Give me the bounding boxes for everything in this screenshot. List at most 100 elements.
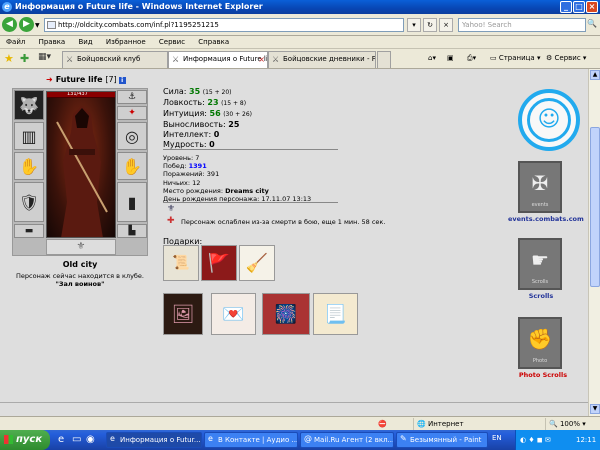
- earring-slot[interactable]: ✦: [117, 106, 147, 120]
- stat-intuition: Интуиция: 56 (30 + 26): [163, 109, 252, 120]
- gloves-slot[interactable]: ✋: [117, 152, 147, 180]
- quick-tabs-icon[interactable]: ▦▾: [38, 52, 51, 62]
- close-button[interactable]: ×: [586, 1, 598, 13]
- zoom-control[interactable]: 🔍 100% ▾: [545, 418, 600, 430]
- info-label: Уровень:: [163, 154, 194, 162]
- history-dropdown-icon[interactable]: ▼: [35, 22, 40, 29]
- crossed-swords-icon: ⚔: [66, 55, 74, 64]
- boots-slot[interactable]: ▙: [117, 224, 147, 238]
- rings-slot[interactable]: ◎: [117, 122, 147, 150]
- home-icon[interactable]: ⌂▾: [428, 54, 436, 62]
- taskbar-label: Безымянный - Paint: [410, 436, 482, 444]
- events-link[interactable]: events.combats.com: [508, 215, 584, 223]
- page-menu[interactable]: ▭ Страница ▾: [490, 54, 540, 62]
- minimize-button[interactable]: _: [560, 1, 572, 13]
- scrollbar-thumb[interactable]: [590, 127, 600, 287]
- favorites-star-icon[interactable]: ★: [4, 52, 14, 65]
- address-value: http://oldcity.combats.com/inf.pl?119525…: [58, 21, 219, 29]
- add-favorites-icon[interactable]: ✚: [20, 52, 29, 65]
- info-label: Поражений:: [163, 170, 205, 179]
- profile-logo[interactable]: ☺: [518, 89, 580, 151]
- taskbar-vkontakte[interactable]: e В Контакте | Аудио ...: [204, 432, 298, 448]
- address-input[interactable]: http://oldcity.combats.com/inf.pl?119525…: [44, 18, 404, 32]
- tools-menu-label: Сервис: [554, 54, 581, 62]
- address-dropdown-button[interactable]: ▾: [407, 18, 421, 32]
- character-header: ➜ Future life [7] i: [46, 75, 126, 84]
- gift-scroll-icon[interactable]: 📜: [163, 245, 199, 281]
- menu-file[interactable]: Файл: [0, 36, 30, 46]
- helmet-slot[interactable]: 🐺: [14, 90, 44, 120]
- banner-band: events: [531, 202, 549, 208]
- start-button[interactable]: пуск: [0, 430, 50, 450]
- amulet-slot[interactable]: ⚓: [117, 90, 147, 104]
- info-icon[interactable]: i: [118, 77, 126, 84]
- stop-button[interactable]: ×: [439, 18, 453, 32]
- gift-letter-icon[interactable]: 💌: [211, 293, 256, 335]
- windows-logo-icon: [4, 435, 13, 444]
- menu-tools[interactable]: Сервис: [153, 36, 190, 46]
- media-quicklaunch-icon[interactable]: ◉: [86, 434, 95, 445]
- stat-value: 23: [207, 98, 219, 107]
- zone-label: Интернет: [427, 420, 464, 428]
- menu-favorites[interactable]: Избранное: [100, 36, 151, 46]
- events-banner[interactable]: ✠ events: [518, 161, 562, 213]
- gift-fireworks-icon[interactable]: 🎆: [262, 293, 310, 335]
- maximize-button[interactable]: □: [573, 1, 585, 13]
- photo-scrolls-link[interactable]: Photo Scrolls: [508, 371, 578, 379]
- photo-scrolls-banner[interactable]: ✊ Photo: [518, 317, 562, 369]
- stat-extra: (15 + 8): [221, 100, 247, 107]
- menu-help[interactable]: Справка: [192, 36, 234, 46]
- tab-fight-club[interactable]: ⚔ Бойцовский клуб: [62, 51, 168, 68]
- desktop-quicklaunch-icon[interactable]: ▭: [72, 434, 81, 445]
- location-room: "Зал воинов": [55, 280, 105, 288]
- gift-picture-icon[interactable]: 🖼: [163, 293, 203, 335]
- back-button[interactable]: ◀: [2, 17, 17, 32]
- crossed-swords-icon: ⚔: [172, 55, 180, 64]
- taskbar-paint[interactable]: ✎ Безымянный - Paint: [396, 432, 488, 448]
- taskbar-label: Mail.Ru Агент (2 вкл...: [314, 436, 394, 444]
- menu-view[interactable]: Вид: [72, 36, 97, 46]
- tab-label: Бойцовский клуб: [77, 55, 141, 63]
- tab-character-info[interactable]: ⚔ Информация о Future life ×: [168, 51, 268, 68]
- bracers-slot[interactable]: ▥: [14, 122, 44, 150]
- clan-emblem-icon[interactable]: ⚜: [167, 204, 177, 214]
- shield-slot[interactable]: ⚜: [46, 239, 116, 255]
- window-titlebar: e Информация о Future life - Windows Int…: [0, 0, 600, 14]
- refresh-button[interactable]: ↻: [423, 18, 437, 32]
- tab-close-icon[interactable]: ×: [258, 52, 265, 67]
- page-scrollbar[interactable]: ▲ ▼: [588, 69, 600, 416]
- ie-quicklaunch-icon[interactable]: e: [58, 434, 64, 445]
- new-tab-button[interactable]: [377, 51, 391, 68]
- privacy-icon[interactable]: ⛔: [375, 418, 411, 430]
- scrolls-banner[interactable]: ☛ Scrolls: [518, 238, 562, 290]
- leggings-slot[interactable]: ▮: [117, 182, 147, 222]
- armor-slot[interactable]: 🛡: [14, 182, 44, 222]
- taskbar-ie-window[interactable]: e Информация о Futur...: [106, 432, 202, 448]
- search-input[interactable]: Yahoo! Search: [458, 18, 586, 32]
- scroll-up-icon[interactable]: ▲: [590, 70, 600, 80]
- tools-menu[interactable]: ⚙ Сервис ▾: [546, 54, 586, 62]
- stat-label: Ловкость:: [163, 98, 205, 107]
- print-icon[interactable]: ⎙▾: [467, 54, 476, 63]
- language-indicator[interactable]: EN: [492, 434, 502, 442]
- scroll-down-icon[interactable]: ▼: [590, 404, 600, 414]
- belt-slot[interactable]: ▬: [14, 224, 44, 238]
- weapon-slot[interactable]: ✋: [14, 152, 44, 180]
- scrolls-link[interactable]: Scrolls: [518, 292, 564, 300]
- forward-button[interactable]: ▶: [19, 17, 34, 32]
- gift-parchment-icon[interactable]: 📃: [313, 293, 358, 335]
- menu-edit[interactable]: Правка: [33, 36, 71, 46]
- menu-bar: Файл Правка Вид Избранное Сервис Справка: [0, 36, 600, 49]
- stat-endurance: Выносливость: 25: [163, 120, 252, 130]
- tab-diaries[interactable]: ⚔ Бойцовские дневники - Fut...: [268, 51, 376, 68]
- gift-banner-icon[interactable]: 🚩: [201, 245, 237, 281]
- search-icon[interactable]: 🔍: [587, 19, 597, 28]
- stat-label: Интеллект:: [163, 130, 212, 139]
- taskbar-mailru-agent[interactable]: @ Mail.Ru Агент (2 вкл...: [300, 432, 394, 448]
- weakness-effect-icon[interactable]: ✚: [167, 216, 177, 226]
- feeds-icon[interactable]: ▣: [447, 54, 454, 62]
- page-menu-label: Страница: [498, 54, 535, 62]
- tray-icons[interactable]: ◐ ♦ ◼ ✉: [520, 436, 551, 444]
- gift-broom-icon[interactable]: 🧹: [239, 245, 275, 281]
- tab-label: Бойцовские дневники - Fut...: [283, 55, 376, 63]
